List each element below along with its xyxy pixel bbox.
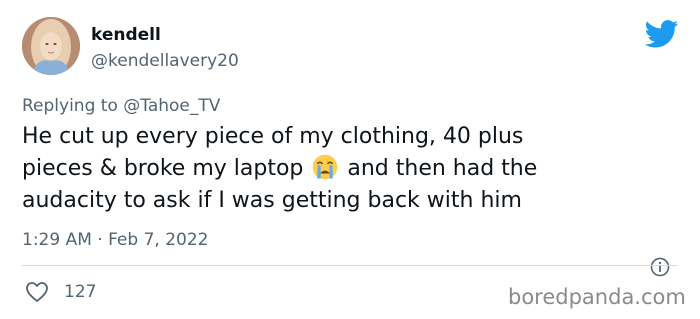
reply-prefix: Replying to (22, 96, 124, 116)
divider (22, 265, 677, 266)
tweet-timestamp[interactable]: 1:29 AM · Feb 7, 2022 (22, 230, 208, 250)
like-count: 127 (64, 282, 97, 302)
loudly-crying-face-icon (313, 154, 338, 180)
tweet-text-line-3: audacity to ask if I was getting back wi… (22, 188, 522, 213)
tweet-text-line-2-start: pieces & broke my laptop (22, 156, 311, 181)
avatar[interactable] (22, 17, 80, 75)
reply-mention-link[interactable]: @Tahoe_TV (123, 96, 220, 116)
info-icon[interactable] (650, 257, 670, 277)
replying-to: Replying to @Tahoe_TV (22, 96, 220, 116)
author-handle[interactable]: @kendellavery20 (91, 51, 239, 71)
tweet-card: kendell @kendellavery20 Replying to @Tah… (0, 0, 700, 319)
watermark: boredpanda.com (508, 285, 686, 309)
heart-icon[interactable] (25, 281, 49, 303)
author-display-name[interactable]: kendell (91, 25, 161, 45)
tweet-text: He cut up every piece of my clothing, 40… (22, 121, 672, 217)
twitter-bird-icon (645, 20, 679, 48)
tweet-text-line-1: He cut up every piece of my clothing, 40… (22, 124, 524, 149)
tweet-text-line-2: pieces & broke my laptop and then had th… (22, 153, 672, 185)
tweet-text-line-2-end: and then had the (340, 156, 538, 181)
